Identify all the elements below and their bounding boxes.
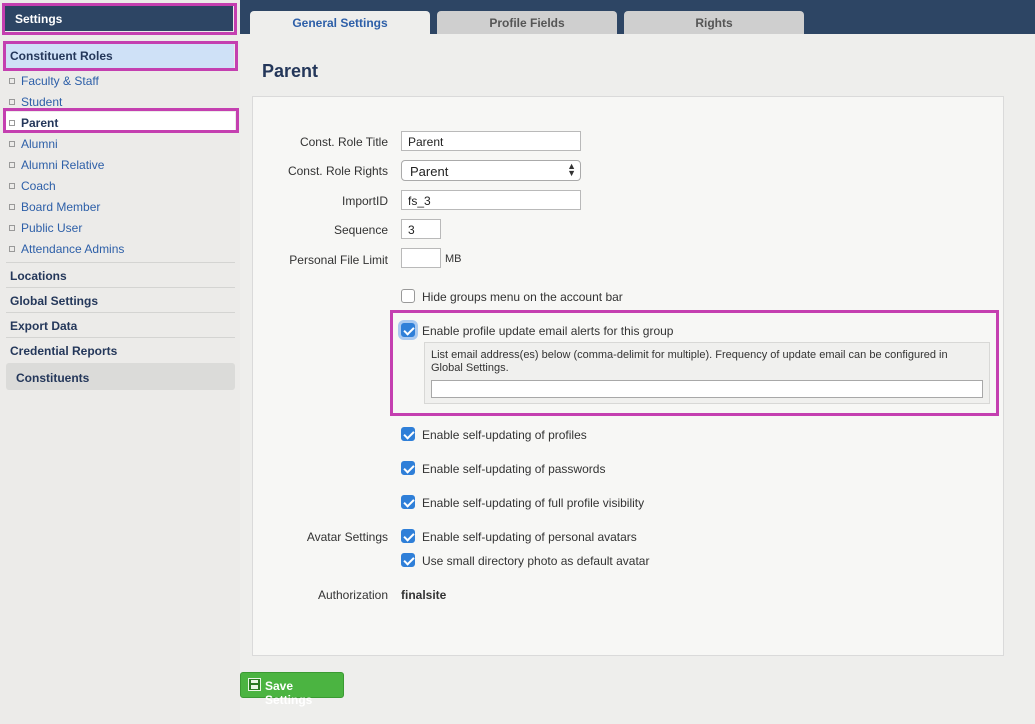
save-settings-button[interactable]: Save Settings: [240, 672, 344, 707]
sidebar: Settings Constituent Roles Faculty & Sta…: [0, 0, 240, 724]
role-rights-value: Parent: [410, 164, 449, 179]
email-alerts-input[interactable]: [431, 380, 983, 398]
save-settings-label: Save Settings: [265, 679, 313, 707]
self-passwords-checkbox[interactable]: [401, 461, 415, 475]
self-visibility-checkbox[interactable]: [401, 495, 415, 509]
email-alerts-checkbox[interactable]: [401, 323, 415, 337]
authorization-label: Authorization: [317, 588, 388, 602]
bullet-icon: [9, 98, 15, 105]
file-limit-unit: MB: [445, 253, 462, 265]
bullet-icon: [9, 161, 15, 168]
tab-general-settings[interactable]: General Settings: [250, 11, 430, 35]
sidebar-item-global-settings[interactable]: Global Settings: [6, 287, 235, 311]
small-photo-checkbox[interactable]: [401, 553, 415, 567]
self-profiles-checkbox[interactable]: [401, 427, 415, 441]
role-rights-select[interactable]: Parent ▲ ▼: [401, 160, 581, 181]
bullet-icon: [9, 182, 15, 189]
authorization-value: finalsite: [401, 588, 447, 602]
self-profiles-label: Enable self-updating of profiles: [422, 428, 587, 442]
role-title-label: Const. Role Title: [299, 135, 388, 149]
page-title: Parent: [262, 61, 319, 81]
role-title-input[interactable]: Parent: [401, 131, 581, 151]
role-rights-label: Const. Role Rights: [287, 164, 388, 178]
settings-header[interactable]: Settings: [4, 5, 233, 31]
self-avatars-label: Enable self-updating of personal avatars: [422, 530, 637, 544]
sidebar-item-alumni-relative[interactable]: Alumni Relative: [9, 158, 104, 174]
small-photo-label: Use small directory photo as default ava…: [422, 554, 650, 568]
bullet-icon: [9, 203, 15, 210]
sidebar-item-attendance-admins[interactable]: Attendance Admins: [9, 242, 124, 258]
avatar-settings-label: Avatar Settings: [306, 530, 388, 544]
import-id-input[interactable]: fs_3: [401, 190, 581, 210]
bullet-icon: [9, 245, 15, 252]
sidebar-item-alumni[interactable]: Alumni: [9, 137, 58, 153]
file-limit-label: Personal File Limit: [289, 253, 388, 267]
email-alerts-help: List email address(es) below (comma-deli…: [431, 349, 948, 374]
sequence-input[interactable]: 3: [401, 219, 441, 239]
bullet-icon: [9, 140, 15, 147]
tab-rights[interactable]: Rights: [624, 11, 804, 34]
sidebar-item-credential-reports[interactable]: Credential Reports: [6, 337, 235, 361]
bullet-icon: [9, 77, 15, 84]
floppy-disk-icon: [248, 678, 261, 691]
select-arrows-icon: ▲ ▼: [567, 161, 576, 178]
sidebar-item-board-member[interactable]: Board Member: [9, 200, 100, 216]
bullet-icon: [9, 224, 15, 231]
import-id-label: ImportID: [341, 194, 388, 208]
self-visibility-label: Enable self-updating of full profile vis…: [422, 496, 645, 510]
tab-profile-fields[interactable]: Profile Fields: [437, 11, 617, 34]
sidebar-item-public-user[interactable]: Public User: [9, 221, 82, 237]
sidebar-item-export-data[interactable]: Export Data: [6, 312, 235, 336]
sidebar-item-coach[interactable]: Coach: [9, 179, 56, 195]
hide-groups-checkbox[interactable]: [401, 289, 415, 303]
hide-groups-label: Hide groups menu on the account bar: [422, 290, 623, 304]
email-alerts-label: Enable profile update email alerts for t…: [422, 324, 674, 338]
sidebar-item-faculty-staff[interactable]: Faculty & Staff: [9, 74, 99, 90]
constituent-roles-header[interactable]: Constituent Roles: [6, 42, 234, 69]
bullet-icon: [9, 119, 15, 126]
self-passwords-label: Enable self-updating of passwords: [422, 462, 606, 476]
constituents-button[interactable]: Constituents: [6, 363, 235, 390]
sidebar-item-parent[interactable]: Parent: [9, 116, 58, 132]
file-limit-input[interactable]: [401, 248, 441, 268]
sidebar-item-student[interactable]: Student: [9, 95, 62, 111]
sequence-label: Sequence: [333, 223, 388, 237]
self-avatars-checkbox[interactable]: [401, 529, 415, 543]
